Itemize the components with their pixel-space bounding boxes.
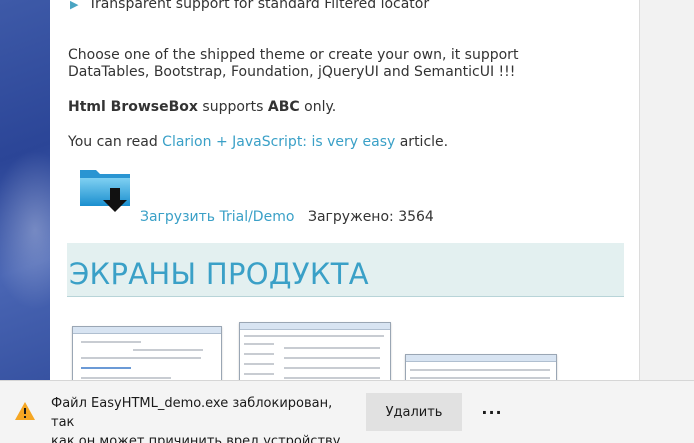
article-text-before: You can read xyxy=(68,134,163,150)
thumbnail-line xyxy=(81,357,201,359)
notification-message-line-2: как он может причинить вред устройству. xyxy=(51,434,345,443)
thumbnail-line xyxy=(284,347,380,349)
feature-text: Transparent support for standard Filtere… xyxy=(88,0,430,12)
thumbnail-line xyxy=(81,377,171,379)
themes-paragraph-line-1: Choose one of the shipped theme or creat… xyxy=(68,47,519,63)
thumbnail-line xyxy=(244,335,384,337)
thumbnail-titlebar xyxy=(406,355,556,362)
article-text-after: article. xyxy=(395,134,449,150)
page-background-left xyxy=(0,0,80,443)
thumbnail-line xyxy=(284,377,380,379)
thumbnail-line xyxy=(81,367,131,369)
themes-paragraph-line-2: DataTables, Bootstrap, Foundation, jQuer… xyxy=(68,64,516,80)
bullet-icon: ▶ xyxy=(70,0,79,11)
thumbnail-line xyxy=(244,343,274,345)
thumbnail-line xyxy=(410,377,550,379)
download-blocked-notification: Файл EasyHTML_demo.exe заблокирован, так… xyxy=(0,380,694,443)
thumbnail-line xyxy=(410,369,550,371)
abc-text: supports xyxy=(197,99,268,115)
thumbnail-line xyxy=(284,357,380,359)
thumbnail-line xyxy=(244,373,274,375)
more-options-button[interactable]: ··· xyxy=(474,393,510,431)
thumbnail-line xyxy=(133,349,203,351)
notification-message: Файл EasyHTML_demo.exe заблокирован, так… xyxy=(51,394,351,443)
thumbnail-titlebar xyxy=(240,323,390,330)
thumbnail-line xyxy=(284,367,380,369)
section-title: ЭКРАНЫ ПРОДУКТА xyxy=(69,257,369,291)
thumbnail-line xyxy=(81,341,141,343)
feature-list-item: ▶ Transparent support for standard Filter… xyxy=(70,0,429,12)
download-block: Загрузить Trial/Demo Загружено: 3564 xyxy=(78,164,478,226)
abc-text-end: only. xyxy=(299,99,337,115)
download-trial-link[interactable]: Загрузить Trial/Demo xyxy=(140,209,294,225)
article-paragraph: You can read Clarion + JavaScript: is ve… xyxy=(68,134,628,151)
section-header: ЭКРАНЫ ПРОДУКТА xyxy=(67,243,624,297)
article-link[interactable]: Clarion + JavaScript: is very easy xyxy=(162,134,395,150)
thumbnail-titlebar xyxy=(73,327,221,334)
page-content: ▶ Transparent support for standard Filter… xyxy=(50,0,640,443)
thumbnail-line xyxy=(244,363,274,365)
browser-viewport: ▶ Transparent support for standard Filter… xyxy=(0,0,694,443)
product-name: Html BrowseBox xyxy=(68,99,198,115)
warning-icon xyxy=(15,402,35,420)
folder-download-icon[interactable] xyxy=(78,164,134,214)
delete-button[interactable]: Удалить xyxy=(366,393,462,431)
abc-paragraph: Html BrowseBox supports ABC only. xyxy=(68,99,628,116)
abc-name: ABC xyxy=(267,99,300,115)
thumbnail-line xyxy=(244,353,274,355)
notification-message-line-1: Файл EasyHTML_demo.exe заблокирован, так xyxy=(51,396,333,430)
themes-paragraph: Choose one of the shipped theme or creat… xyxy=(68,47,628,81)
download-count: Загружено: 3564 xyxy=(308,209,434,225)
page-background-right xyxy=(640,0,694,443)
